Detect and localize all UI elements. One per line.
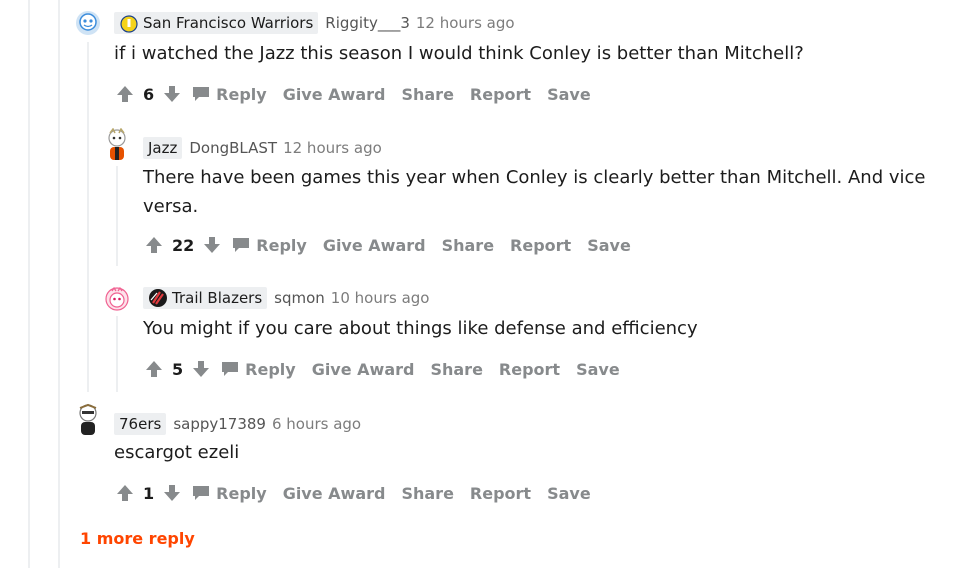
- save-button[interactable]: Save: [576, 360, 620, 379]
- user-flair: Jazz: [143, 137, 183, 159]
- share-button[interactable]: Share: [442, 236, 494, 255]
- comment-body: escargot ezeli: [114, 442, 240, 463]
- comment-icon: [233, 238, 250, 252]
- timestamp[interactable]: 12 hours ago: [416, 14, 515, 32]
- flair-text: Trail Blazers: [172, 289, 263, 307]
- upvote-icon[interactable]: [115, 483, 135, 503]
- vote-score: 6: [143, 84, 155, 104]
- comment-actions: 6 Reply Give Award Share Report Save: [115, 81, 607, 107]
- comment-actions: 22 Reply Give Award Share Report Save: [144, 232, 647, 258]
- give-award-button[interactable]: Give Award: [323, 236, 426, 255]
- reply-button[interactable]: Reply: [232, 236, 307, 255]
- timestamp[interactable]: 12 hours ago: [283, 139, 382, 157]
- comment-body: You might if you care about things like …: [143, 318, 698, 339]
- comment-body: if i watched the Jazz this season I woul…: [114, 43, 804, 64]
- flair-text: San Francisco Warriors: [143, 14, 314, 32]
- thread-line[interactable]: [28, 0, 30, 568]
- comment-meta: Jazz DongBLAST 12 hours ago: [143, 137, 382, 159]
- trail-blazers-logo-icon: [149, 289, 167, 307]
- downvote-icon[interactable]: [162, 483, 182, 503]
- username[interactable]: DongBLAST: [189, 139, 277, 157]
- give-award-button[interactable]: Give Award: [283, 85, 386, 104]
- comment-actions: 1 Reply Give Award Share Report Save: [115, 480, 607, 506]
- vote-score: 22: [172, 235, 195, 255]
- upvote-icon[interactable]: [115, 84, 135, 104]
- warriors-logo-icon: [120, 15, 138, 33]
- comment-icon: [193, 87, 210, 101]
- give-award-button[interactable]: Give Award: [283, 484, 386, 503]
- user-avatar[interactable]: [104, 286, 130, 312]
- comment-meta: 76ers sappy17389 6 hours ago: [114, 413, 361, 435]
- thread-line[interactable]: [116, 166, 118, 266]
- comment-meta: Trail Blazers sqmon 10 hours ago: [143, 287, 429, 309]
- share-button[interactable]: Share: [401, 85, 453, 104]
- report-button[interactable]: Report: [470, 484, 531, 503]
- save-button[interactable]: Save: [547, 85, 591, 104]
- comment-body: There have been games this year when Con…: [143, 167, 926, 217]
- reply-button[interactable]: Reply: [192, 85, 267, 104]
- comment-meta: San Francisco Warriors Riggity___3 12 ho…: [114, 12, 515, 34]
- username[interactable]: sappy17389: [173, 415, 266, 433]
- user-flair: San Francisco Warriors: [114, 12, 319, 34]
- comment-icon: [193, 486, 210, 500]
- reply-label: Reply: [216, 483, 267, 503]
- report-button[interactable]: Report: [510, 236, 571, 255]
- downvote-icon[interactable]: [191, 359, 211, 379]
- reply-button[interactable]: Reply: [221, 360, 296, 379]
- username[interactable]: sqmon: [274, 289, 325, 307]
- username[interactable]: Riggity___3: [325, 14, 410, 32]
- timestamp[interactable]: 10 hours ago: [331, 289, 430, 307]
- comment-actions: 5 Reply Give Award Share Report Save: [144, 356, 636, 382]
- user-avatar[interactable]: [75, 10, 101, 36]
- share-button[interactable]: Share: [430, 360, 482, 379]
- downvote-icon[interactable]: [202, 235, 222, 255]
- give-award-button[interactable]: Give Award: [312, 360, 415, 379]
- vote-score: 5: [172, 359, 184, 379]
- user-flair: 76ers: [114, 413, 167, 435]
- report-button[interactable]: Report: [499, 360, 560, 379]
- share-button[interactable]: Share: [401, 484, 453, 503]
- save-button[interactable]: Save: [587, 236, 631, 255]
- timestamp[interactable]: 6 hours ago: [272, 415, 361, 433]
- reply-button[interactable]: Reply: [192, 484, 267, 503]
- flair-text: Jazz: [148, 139, 178, 157]
- thread-line[interactable]: [58, 0, 60, 568]
- save-button[interactable]: Save: [547, 484, 591, 503]
- upvote-icon[interactable]: [144, 235, 164, 255]
- report-button[interactable]: Report: [470, 85, 531, 104]
- reply-label: Reply: [245, 359, 296, 379]
- user-flair: Trail Blazers: [143, 287, 268, 309]
- more-replies-link[interactable]: 1 more reply: [80, 529, 195, 548]
- user-avatar[interactable]: [104, 128, 130, 162]
- reply-label: Reply: [216, 84, 267, 104]
- upvote-icon[interactable]: [144, 359, 164, 379]
- downvote-icon[interactable]: [162, 84, 182, 104]
- flair-text: 76ers: [119, 415, 162, 433]
- vote-score: 1: [143, 483, 155, 503]
- comment-icon: [222, 362, 239, 376]
- thread-line[interactable]: [87, 42, 89, 392]
- thread-line[interactable]: [116, 316, 118, 392]
- user-avatar[interactable]: [75, 403, 101, 437]
- reply-label: Reply: [256, 235, 307, 255]
